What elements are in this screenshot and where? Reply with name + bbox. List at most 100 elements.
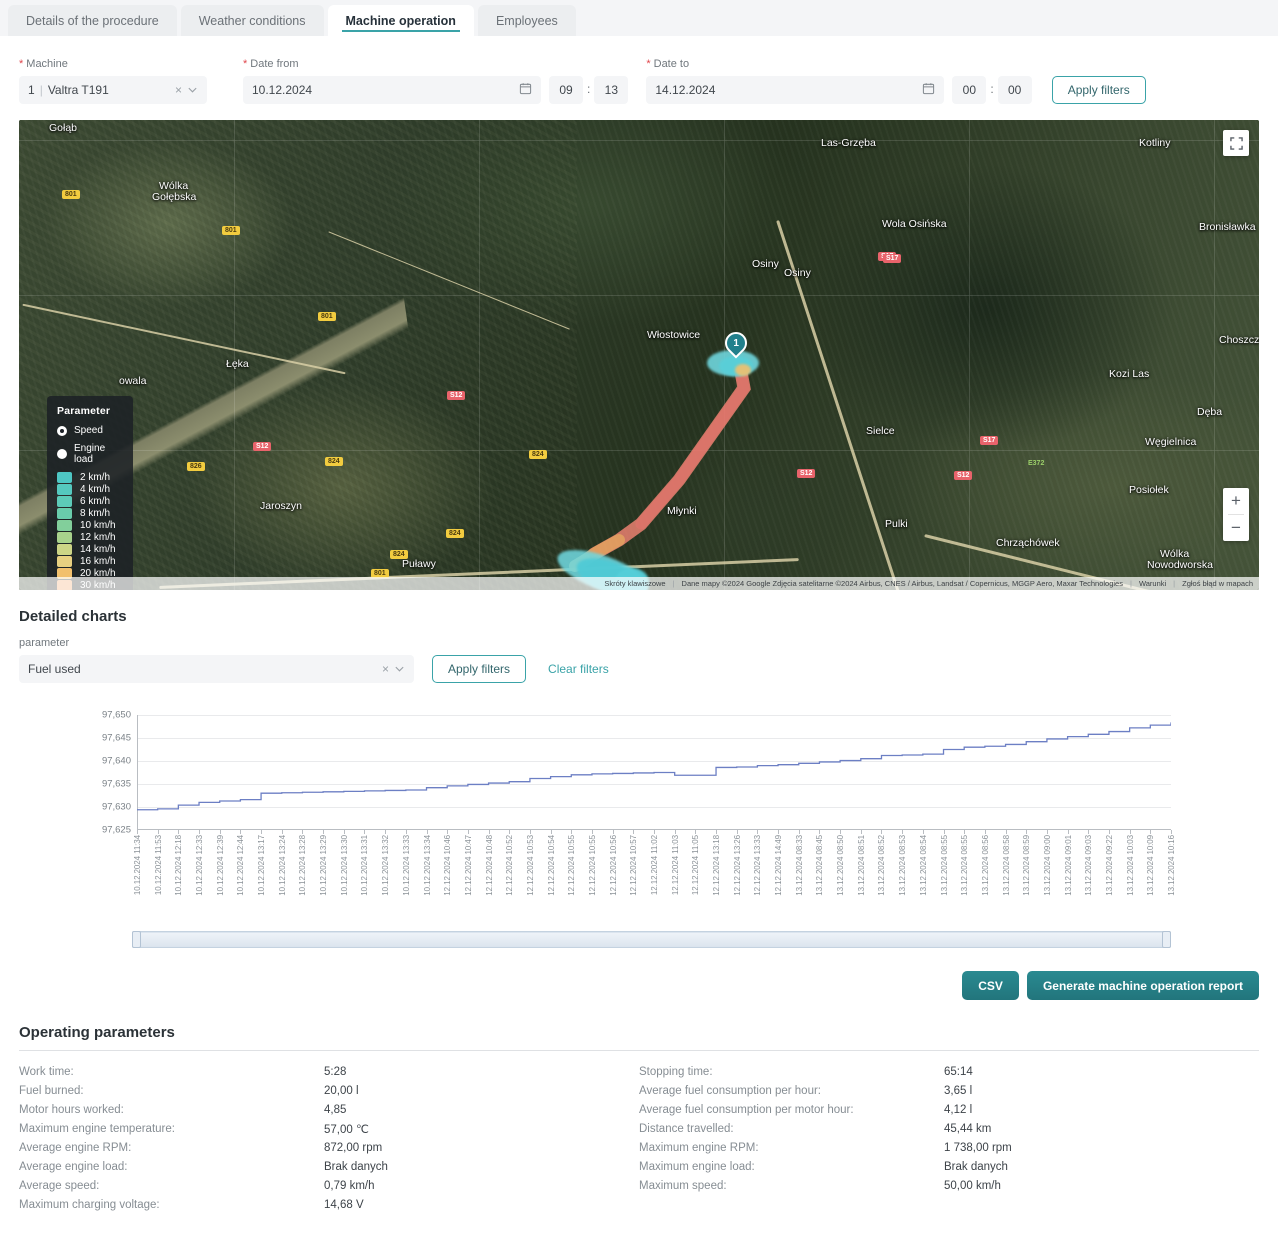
chart-x-tick xyxy=(943,830,945,834)
operating-parameter-value: 57,00 ℃ xyxy=(324,1123,369,1136)
chart-x-tick-label: 12.12.2024 14:49 xyxy=(774,835,784,896)
required-asterisk: * xyxy=(19,58,24,70)
chart-x-tick-label: 12.12.2024 13:26 xyxy=(732,835,742,896)
machine-track-map[interactable]: 1 Parameter Speed Engine load 2 km/h 4 km/… xyxy=(19,120,1259,590)
operating-parameter-key: Maximum speed: xyxy=(639,1179,727,1192)
chart-x-tick xyxy=(1005,830,1007,834)
operating-parameter-value: Brak danych xyxy=(944,1160,1008,1173)
operating-parameter-key: Motor hours worked: xyxy=(19,1103,124,1116)
clear-icon[interactable]: × xyxy=(175,84,182,96)
legend-swatch xyxy=(57,484,72,495)
track-cluster-north-3 xyxy=(735,364,751,376)
chart-controls: Fuel used × Apply filters Clear filters xyxy=(19,655,1259,683)
legend-option-engine-load[interactable]: Engine load xyxy=(57,443,123,465)
clear-icon[interactable]: × xyxy=(382,663,389,675)
csv-button[interactable]: CSV xyxy=(962,971,1019,1000)
time-from-hours[interactable]: 09 xyxy=(549,76,583,104)
machine-select[interactable]: 1 | Valtra T191 × xyxy=(19,76,207,104)
chart-x-tick xyxy=(343,830,345,834)
chart-line-series xyxy=(137,715,1171,830)
legend-option-label: Speed xyxy=(74,425,103,436)
date-to-input[interactable]: 14.12.2024 xyxy=(646,76,945,104)
zoom-out-button[interactable]: − xyxy=(1223,515,1249,541)
road-shield: 801 xyxy=(318,312,336,321)
operating-parameter-key: Distance travelled: xyxy=(639,1122,734,1135)
fullscreen-icon[interactable] xyxy=(1223,130,1249,156)
attribution-item[interactable]: Skróty klawiszowe xyxy=(604,579,665,588)
range-handle-left[interactable] xyxy=(132,931,141,948)
attribution-item[interactable]: Warunki xyxy=(1139,579,1166,588)
chart-x-tick xyxy=(199,830,201,834)
marker-pin: 1 xyxy=(720,327,752,359)
calendar-icon[interactable] xyxy=(922,82,935,98)
operating-parameter-key: Stopping time: xyxy=(639,1065,713,1078)
legend-scale-row: 8 km/h xyxy=(57,508,123,519)
fuel-used-chart[interactable]: 97,625 97,630 97,635 97,640 97,645 97,650 10.… xyxy=(19,707,1259,917)
tab-details-of-the-procedure[interactable]: Details of the procedure xyxy=(8,5,177,36)
chart-x-tick xyxy=(1150,830,1152,834)
tab-bar: Details of the procedure Weather conditio… xyxy=(0,0,1278,36)
chart-x-tick-label: 12.12.2024 10:57 xyxy=(629,835,639,896)
chart-x-tick-label: 10.12.2024 11:53 xyxy=(153,835,163,896)
map-legend[interactable]: Parameter Speed Engine load 2 km/h 4 km/h 6… xyxy=(47,396,133,590)
range-handle-right[interactable] xyxy=(1162,931,1171,948)
calendar-icon[interactable] xyxy=(519,82,532,98)
parameter-select[interactable]: Fuel used × xyxy=(19,655,414,683)
chart-x-tick xyxy=(674,830,676,834)
generate-report-button[interactable]: Generate machine operation report xyxy=(1026,971,1259,1000)
time-to-minutes[interactable]: 00 xyxy=(997,76,1032,104)
chart-x-tick-label: 10.12.2024 12:44 xyxy=(236,835,246,896)
chart-range-slider[interactable] xyxy=(19,929,1259,951)
tab-weather-conditions[interactable]: Weather conditions xyxy=(180,5,324,36)
chart-x-tick-label: 12.12.2024 13:18 xyxy=(712,835,722,896)
legend-scale-row: 6 km/h xyxy=(57,496,123,507)
time-to-hours[interactable]: 00 xyxy=(952,76,987,104)
chart-x-tick xyxy=(1088,830,1090,834)
map-attribution: Skróty klawiszowe | Dane mapy ©2024 Google… xyxy=(19,577,1259,590)
road-shield: 824 xyxy=(446,529,464,538)
operating-parameter-value: 4,85 xyxy=(324,1103,347,1116)
chart-x-tick-label: 10.12.2024 13:28 xyxy=(298,835,308,896)
chart-range-track[interactable] xyxy=(132,931,1171,948)
operating-parameter-row: Distance travelled: 45,44 km xyxy=(639,1119,1259,1138)
chart-x-tick-label: 13.12.2024 10:09 xyxy=(1146,835,1156,896)
chart-x-tick xyxy=(571,830,573,834)
tab-employees[interactable]: Employees xyxy=(477,5,576,36)
legend-swatch xyxy=(57,544,72,555)
road-shield: 824 xyxy=(529,450,547,459)
machine-filter-group: * Machine 1 | Valtra T191 × xyxy=(19,58,207,104)
chevron-down-icon[interactable] xyxy=(187,84,198,97)
chart-x-tick xyxy=(323,830,325,834)
chart-x-tick xyxy=(695,830,697,834)
attribution-item[interactable]: Zgłoś błąd w mapach xyxy=(1182,579,1253,588)
chart-x-tick xyxy=(405,830,407,834)
date-from-input[interactable]: 10.12.2024 xyxy=(243,76,541,104)
operating-parameter-key: Average fuel consumption per hour: xyxy=(639,1084,821,1097)
road-shield: S12 xyxy=(797,469,816,478)
chart-x-tick-label: 13.12.2024 08:54 xyxy=(918,835,928,896)
chart-clear-filters-link[interactable]: Clear filters xyxy=(548,662,609,676)
tab-machine-operation[interactable]: Machine operation xyxy=(327,5,474,36)
chevron-down-icon[interactable] xyxy=(394,663,405,676)
chart-x-tick-label: 12.12.2024 10:55 xyxy=(587,835,597,896)
time-from-minutes[interactable]: 13 xyxy=(594,76,629,104)
chart-apply-filters-button[interactable]: Apply filters xyxy=(432,655,527,683)
legend-scale-row: 2 km/h xyxy=(57,472,123,483)
chart-x-tick xyxy=(488,830,490,834)
road-shield: E372 xyxy=(1028,460,1045,467)
chart-x-tick-label: 13.12.2024 08:55 xyxy=(939,835,949,896)
chart-x-tick-label: 10.12.2024 12:18 xyxy=(174,835,184,896)
apply-filters-button[interactable]: Apply filters xyxy=(1051,76,1146,104)
operating-parameters-divider xyxy=(19,1050,1259,1051)
date-to-row: 14.12.2024 00 : 00 xyxy=(646,76,1032,104)
legend-scale-label: 16 km/h xyxy=(80,556,116,567)
zoom-in-button[interactable]: + xyxy=(1223,488,1249,514)
track-start-marker[interactable]: 1 xyxy=(720,327,752,360)
chart-x-tick-label: 10.12.2024 13:31 xyxy=(360,835,370,896)
chart-x-tick xyxy=(550,830,552,834)
chart-x-tick-label: 13.12.2024 08:33 xyxy=(794,835,804,896)
chart-x-tick-label: 13.12.2024 08:45 xyxy=(815,835,825,896)
machine-name: Valtra T191 xyxy=(47,83,109,97)
legend-option-speed[interactable]: Speed xyxy=(57,425,123,436)
time-to-colon: : xyxy=(990,81,994,96)
